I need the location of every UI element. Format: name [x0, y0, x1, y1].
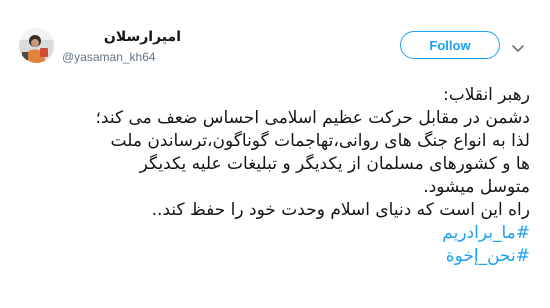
tweet-line: لذا به انواع جنگ های روانی،تهاجمات گوناگ… — [110, 131, 530, 151]
user-handle[interactable]: @yasaman_kh64 — [62, 50, 156, 64]
chevron-down-icon[interactable] — [511, 39, 525, 52]
hashtag-link[interactable]: #ما_برادریم — [18, 222, 530, 245]
tweet-header: امیرارسلان @yasaman_kh64 Follow — [0, 0, 550, 80]
display-name[interactable]: امیرارسلان — [91, 29, 181, 45]
tweet-line: متوسل میشود. — [423, 177, 530, 197]
avatar[interactable] — [19, 28, 54, 63]
tweet-line: دشمن در مقابل حرکت عظیم اسلامی احساس ضعف… — [95, 108, 530, 128]
tweet-line: ها و کشورهای مسلمان از یکدیگر و تبلیغات … — [139, 154, 530, 174]
tweet-line: راه این است که دنیای اسلام وحدت خود را ح… — [151, 200, 530, 220]
hashtag-link[interactable]: #نحن_إخوة — [18, 245, 530, 268]
profile-photo-icon — [19, 28, 54, 63]
tweet-line: رهبر انقلاب: — [442, 85, 530, 105]
follow-button[interactable]: Follow — [400, 31, 500, 59]
tweet-text: رهبر انقلاب: دشمن در مقابل حرکت عظیم اسل… — [18, 84, 530, 268]
